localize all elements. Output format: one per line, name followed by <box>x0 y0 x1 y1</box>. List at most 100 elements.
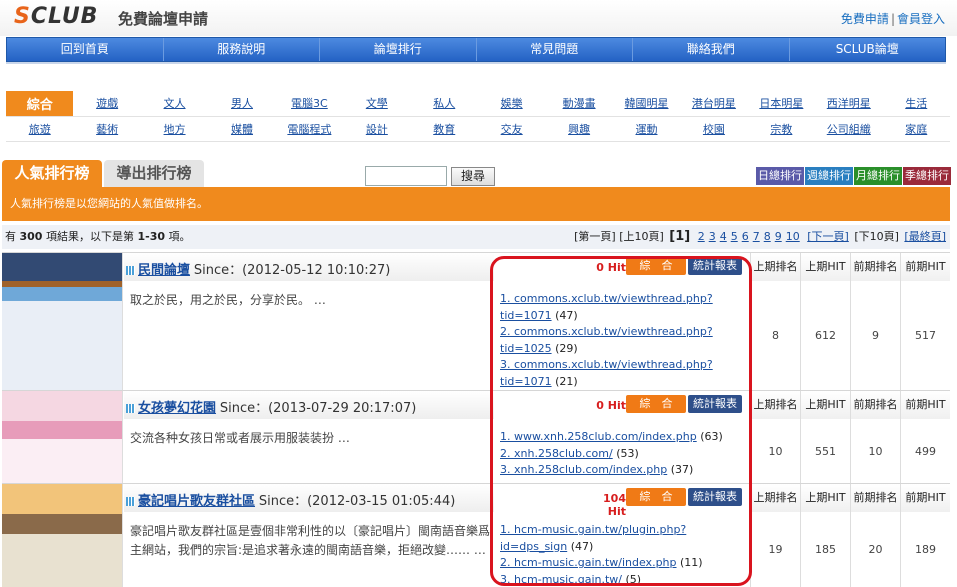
pager-page-link[interactable]: 3 <box>709 230 716 243</box>
pager-page-link[interactable]: 5 <box>731 230 738 243</box>
thumbnail-band <box>2 439 122 483</box>
category-link[interactable]: 文學 <box>366 97 388 110</box>
category-cell: 電腦3C <box>275 91 344 117</box>
pager-current: [1] <box>669 229 691 244</box>
nav-forum-ranking[interactable]: 論壇排行 <box>320 38 477 61</box>
stat-value: 8 <box>750 281 800 391</box>
tab-export-ranking[interactable]: 導出排行榜 <box>104 160 204 187</box>
site-name-link[interactable]: 豪記唱片歌友群社區 <box>138 494 255 509</box>
site-thumbnail[interactable] <box>2 391 123 483</box>
category-link[interactable]: 運動 <box>636 123 658 136</box>
nav-faq[interactable]: 常見問題 <box>476 38 633 61</box>
category-link[interactable]: 遊戲 <box>96 97 118 110</box>
stat-header: 上期排名 <box>750 253 800 281</box>
grid-icon <box>126 497 135 506</box>
stat-header: 前期排名 <box>850 484 900 512</box>
search-button[interactable]: 搜尋 <box>451 167 495 186</box>
category-link[interactable]: 電腦3C <box>291 97 328 110</box>
category-link[interactable]: 日本明星 <box>759 97 803 110</box>
category-cell: 動漫畫 <box>545 91 613 117</box>
category-link[interactable]: 家庭 <box>905 123 927 136</box>
category-link[interactable]: 公司組織 <box>827 123 871 136</box>
stat-header: 前期排名 <box>850 253 900 281</box>
nav-sclub-forum[interactable]: SCLUB論壇 <box>789 38 945 61</box>
category-link[interactable]: 媒體 <box>231 123 253 136</box>
stat-value: 189 <box>900 512 950 587</box>
pager: [第一頁] [上10頁] [1] 2 3 4 5 6 7 8 9 10 [下一頁] [下10頁]… <box>574 225 948 249</box>
sclub-logo[interactable]: SCLUB <box>14 4 98 29</box>
category-link[interactable]: 娛樂 <box>501 97 523 110</box>
nav-contact[interactable]: 聯絡我們 <box>633 38 790 61</box>
pager-first[interactable]: [第一頁] <box>574 230 616 243</box>
site-name-link[interactable]: 民間論壇 <box>138 263 190 278</box>
category-link[interactable]: 交友 <box>501 123 523 136</box>
category-cell: 交友 <box>477 116 546 142</box>
pager-page-link[interactable]: 8 <box>764 230 771 243</box>
category-link[interactable]: 男人 <box>231 97 253 110</box>
member-login-link[interactable]: 會員登入 <box>897 12 945 26</box>
category-link[interactable]: 生活 <box>905 97 927 110</box>
site-thumbnail[interactable] <box>2 253 123 390</box>
pager-page-link[interactable]: 9 <box>775 230 782 243</box>
stat-value: 20 <box>850 512 900 587</box>
site-name-link[interactable]: 女孩夢幻花園 <box>138 401 216 416</box>
pager-page-link[interactable]: 6 <box>742 230 749 243</box>
search-input[interactable] <box>365 166 447 186</box>
category-link[interactable]: 私人 <box>433 97 455 110</box>
site-description: 取之於民，用之於民，分享於民。 … <box>130 293 326 307</box>
pager-page-link[interactable]: 10 <box>786 230 800 243</box>
rank-button[interactable]: 季總排行 <box>903 167 951 185</box>
category-link[interactable]: 宗教 <box>770 123 792 136</box>
category-link[interactable]: 藝術 <box>96 123 118 136</box>
rank-button[interactable]: 週總排行 <box>805 167 853 185</box>
category-link[interactable]: 地方 <box>164 123 186 136</box>
pager-prev10[interactable]: [上10頁] <box>619 230 664 243</box>
category-link[interactable]: 港台明星 <box>692 97 736 110</box>
nav-shadow <box>6 62 946 64</box>
category-link[interactable]: 旅遊 <box>29 123 51 136</box>
title-line: 豪記唱片歌友群社區 Since：(2012-03-15 01:05:44) <box>126 490 455 509</box>
category-link[interactable]: 韓國明星 <box>625 97 669 110</box>
thumbnail-band <box>2 514 122 534</box>
site-thumbnail[interactable] <box>2 484 123 587</box>
result-range: 1-30 <box>137 230 165 243</box>
info-bar: 人氣排行榜是以您網站的人氣值做排名。 <box>2 187 950 221</box>
site-description: 交流各种女孩日常或者展示用服装装扮 … <box>130 431 350 445</box>
tab-popular-ranking[interactable]: 人氣排行榜 <box>2 160 102 187</box>
rank-button[interactable]: 日總排行 <box>756 167 804 185</box>
stat-value: 19 <box>750 512 800 587</box>
category-link[interactable]: 文人 <box>164 97 186 110</box>
category-cell: 韓國明星 <box>612 91 681 117</box>
pager-page-link[interactable]: 7 <box>753 230 760 243</box>
result-middle: 項結果，以下是第 <box>45 230 134 243</box>
title-line: 民間論壇 Since：(2012-05-12 10:10:27) <box>126 259 390 278</box>
pager-page-link[interactable]: 4 <box>720 230 727 243</box>
pager-next10[interactable]: [下10頁] <box>854 230 899 243</box>
category-link[interactable]: 動漫畫 <box>563 97 596 110</box>
pager-page-link[interactable]: 2 <box>698 230 705 243</box>
category-link[interactable]: 電腦程式 <box>287 123 331 136</box>
category-link[interactable]: 設計 <box>366 123 388 136</box>
category-cell: 文學 <box>343 91 411 117</box>
category-link[interactable]: 教育 <box>433 123 455 136</box>
category-link[interactable]: 興趣 <box>568 123 590 136</box>
category-grid: 綜合 遊戲 文人 男人 電腦3C 文學 私人 娛樂 動漫畫 韓國明星 港台明星 日本明星 西洋明星 生活 … <box>6 91 950 142</box>
pager-last[interactable]: [最終頁] <box>904 230 946 243</box>
category-cell: 港台明星 <box>680 91 748 117</box>
free-apply-link[interactable]: 免費申請 <box>841 12 889 26</box>
category-link[interactable]: 西洋明星 <box>827 97 871 110</box>
category-link[interactable]: 綜合 <box>27 98 53 113</box>
rank-button[interactable]: 月總排行 <box>854 167 902 185</box>
result-total: 300 <box>19 230 43 243</box>
listing-row: 民間論壇 Since：(2012-05-12 10:10:27) 取之於民，用之於… <box>2 252 950 391</box>
nav-home[interactable]: 回到首頁 <box>7 38 164 61</box>
category-link[interactable]: 校園 <box>703 123 725 136</box>
rank-period-buttons: 日總排行 週總排行 月總排行 季總排行 <box>756 167 951 185</box>
category-cell: 興趣 <box>545 116 613 142</box>
stat-header: 前期排名 <box>850 391 900 419</box>
stat-value: 10 <box>850 419 900 484</box>
stat-header: 上期排名 <box>750 391 800 419</box>
listing-row: 豪記唱片歌友群社區 Since：(2012-03-15 01:05:44) 豪記唱… <box>2 483 950 587</box>
nav-service[interactable]: 服務說明 <box>163 38 320 61</box>
pager-next[interactable]: [下一頁] <box>807 230 849 243</box>
